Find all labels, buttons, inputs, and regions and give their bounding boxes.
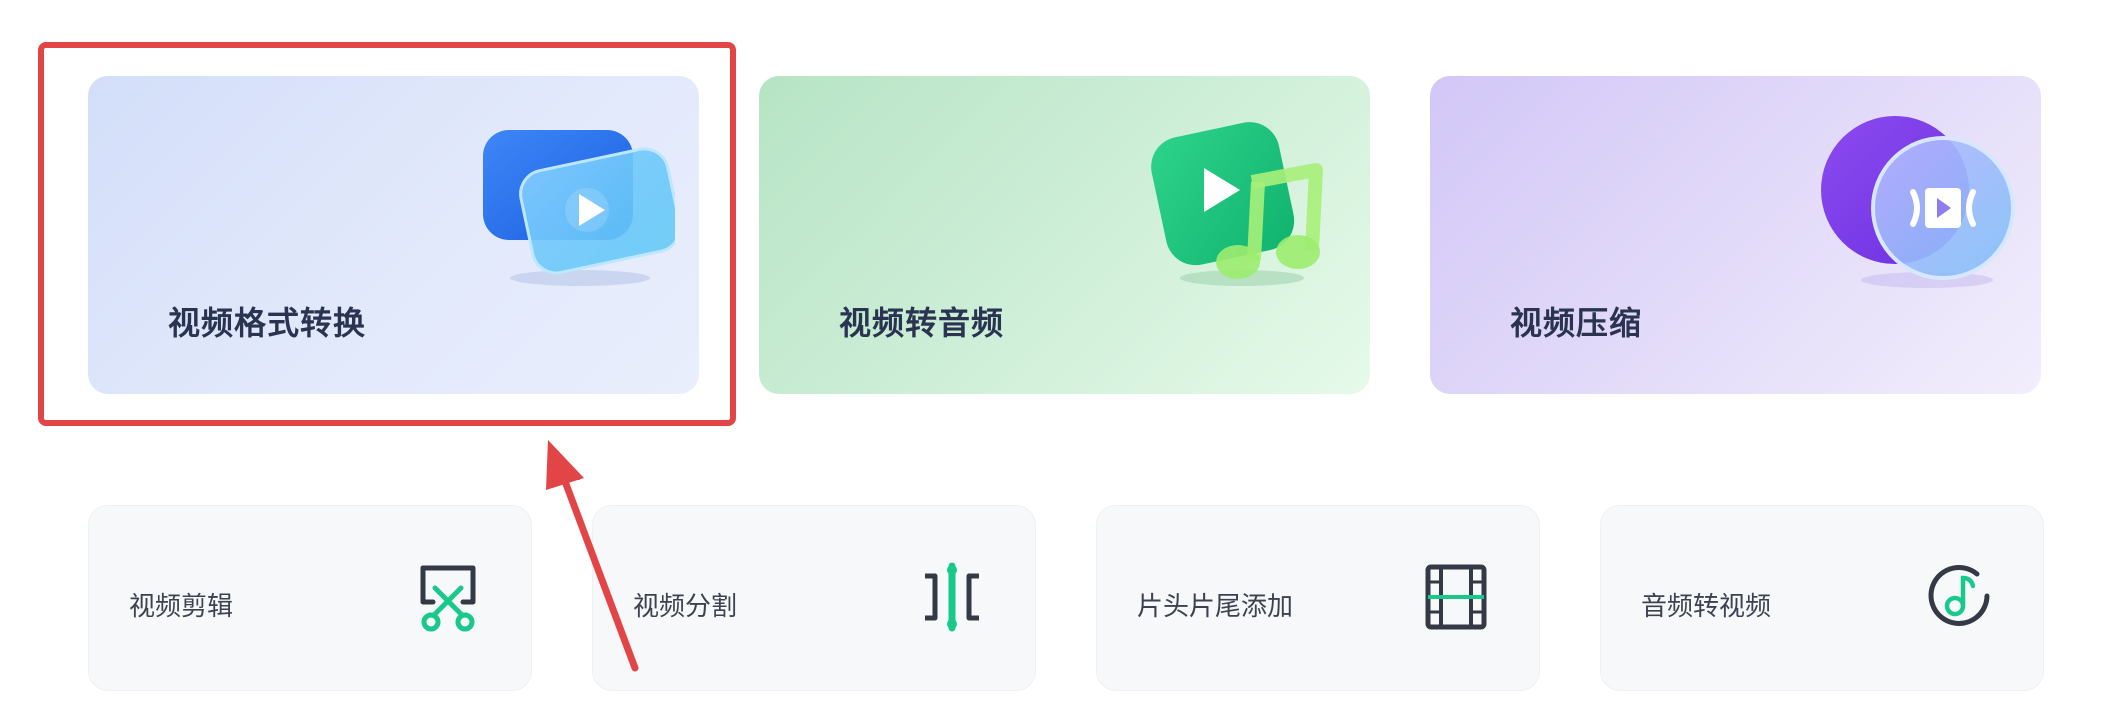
video-to-audio-icon — [1151, 122, 1323, 286]
tool-card-video-to-audio[interactable]: 视频转音频 — [759, 76, 1370, 394]
tool-card-label: 视频剪辑 — [129, 592, 234, 622]
tool-card-label: 音频转视频 — [1641, 592, 1772, 622]
scissors-icon — [420, 565, 476, 632]
tool-card-video-compress[interactable]: 视频压缩 — [1430, 76, 2041, 394]
tool-card-title: 视频压缩 — [1510, 304, 1643, 342]
split-icon — [925, 562, 979, 632]
film-strip-icon — [1425, 564, 1487, 630]
video-convert-icon — [483, 130, 675, 286]
tool-card-title: 视频转音频 — [839, 304, 1005, 342]
tool-card-video-edit[interactable]: 视频剪辑 — [88, 505, 532, 691]
tool-card-label: 视频分割 — [633, 592, 738, 622]
music-note-icon — [1928, 565, 1990, 626]
tool-card-video-split[interactable]: 视频分割 — [592, 505, 1036, 691]
tool-card-title: 视频格式转换 — [168, 304, 367, 342]
tool-card-video-format-convert[interactable]: 视频格式转换 — [88, 76, 699, 394]
tool-card-audio-to-video[interactable]: 音频转视频 — [1600, 505, 2044, 691]
tool-card-label: 片头片尾添加 — [1137, 592, 1294, 622]
video-compress-icon — [1821, 116, 2015, 288]
tool-card-add-intro-outro[interactable]: 片头片尾添加 — [1096, 505, 1540, 691]
